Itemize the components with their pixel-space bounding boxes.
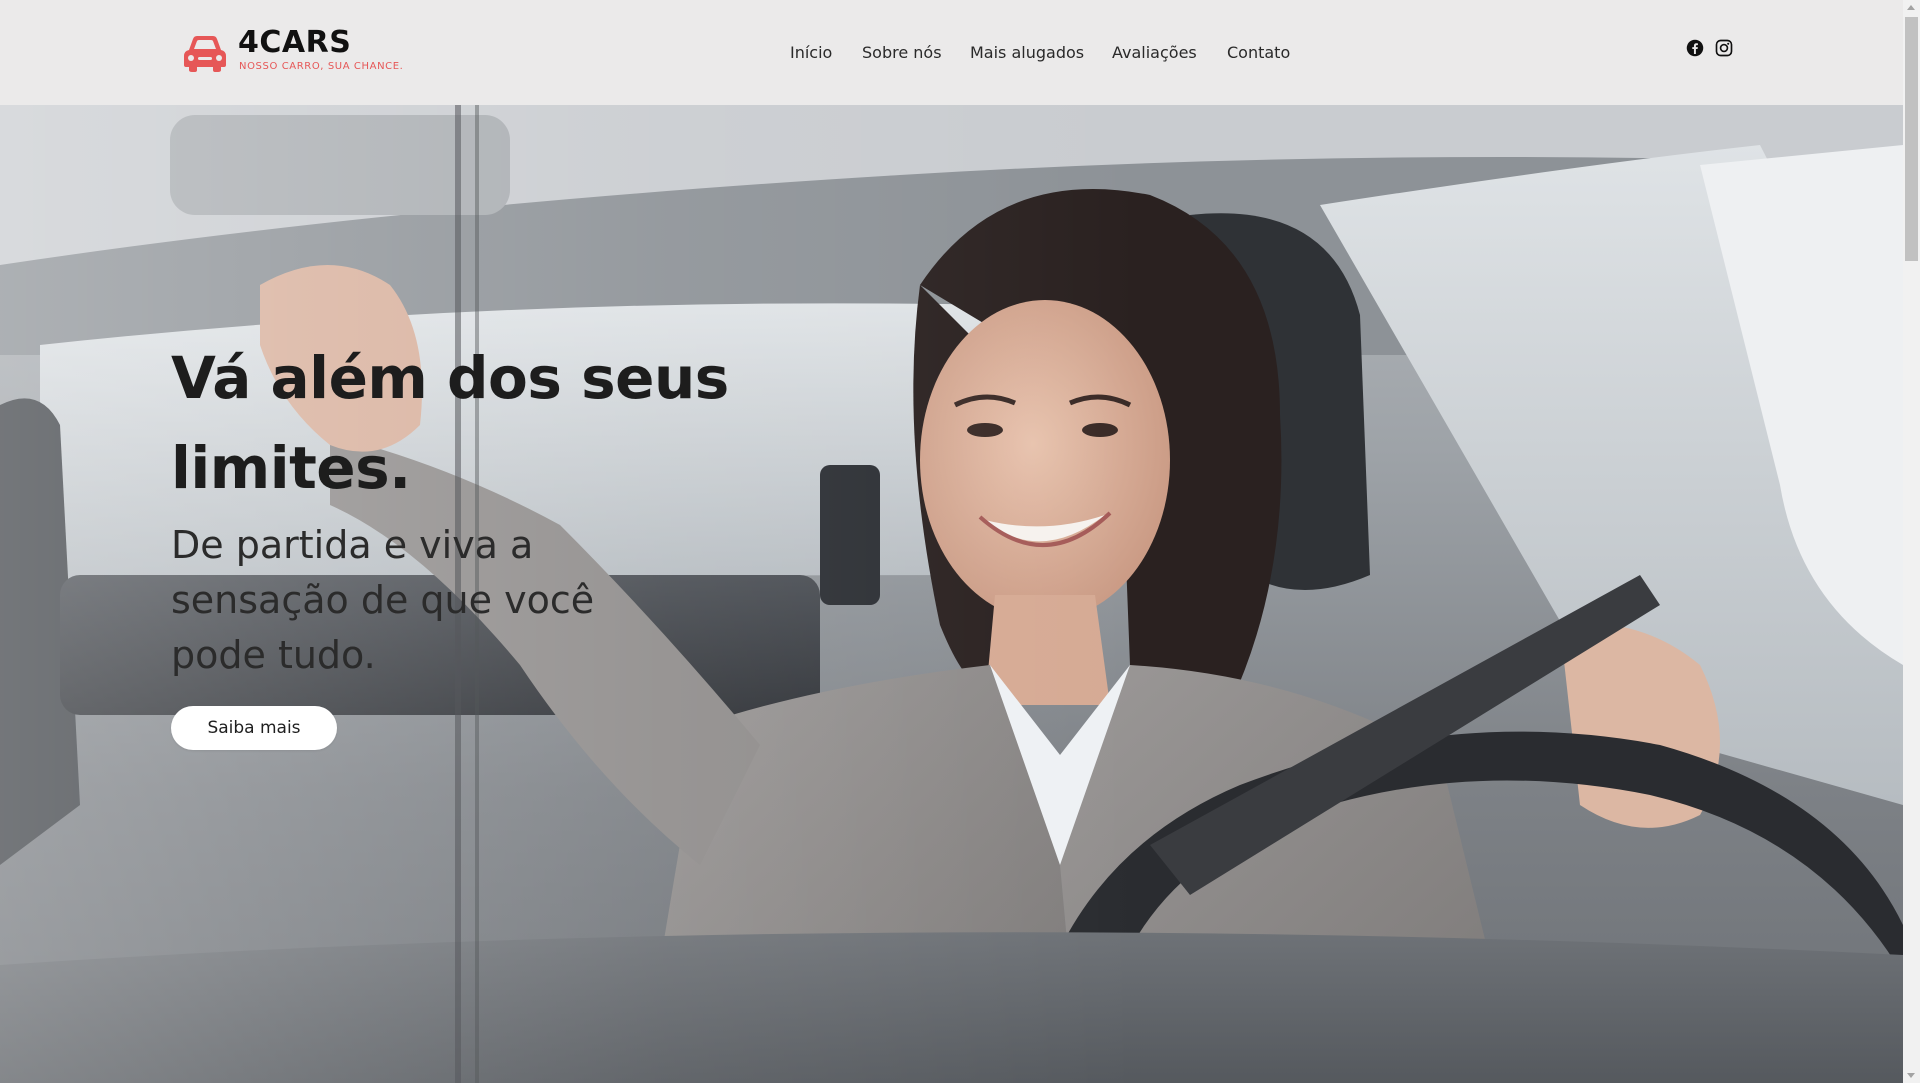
page-scrollbar[interactable]: [1903, 0, 1920, 1083]
main-nav: Início Sobre nós Mais alugados Avaliaçõe…: [0, 40, 1903, 66]
saiba-mais-button[interactable]: Saiba mais: [171, 706, 337, 750]
scroll-down-arrow-icon[interactable]: [1907, 1073, 1915, 1078]
scrollbar-thumb[interactable]: [1905, 17, 1918, 261]
hero-section: Vá além dos seus limites. De partida e v…: [0, 105, 1903, 1083]
hero-title: Vá além dos seus limites.: [171, 344, 729, 502]
nav-item-sobre-nos[interactable]: Sobre nós: [862, 40, 942, 66]
nav-item-mais-alugados[interactable]: Mais alugados: [970, 40, 1084, 66]
instagram-link[interactable]: [1715, 39, 1733, 61]
facebook-icon: [1686, 39, 1704, 57]
facebook-link[interactable]: [1686, 39, 1704, 61]
instagram-icon: [1715, 39, 1733, 57]
nav-item-inicio[interactable]: Início: [790, 40, 832, 66]
page: 4CARS NOSSO CARRO, SUA CHANCE. Início So…: [0, 0, 1903, 1083]
scroll-up-arrow-icon[interactable]: [1907, 5, 1915, 10]
nav-item-avaliacoes[interactable]: Avaliações: [1112, 40, 1197, 66]
hero-subtitle: De partida e viva a sensação de que você…: [171, 523, 595, 677]
site-header: 4CARS NOSSO CARRO, SUA CHANCE. Início So…: [0, 0, 1903, 105]
nav-item-contato[interactable]: Contato: [1227, 40, 1290, 66]
